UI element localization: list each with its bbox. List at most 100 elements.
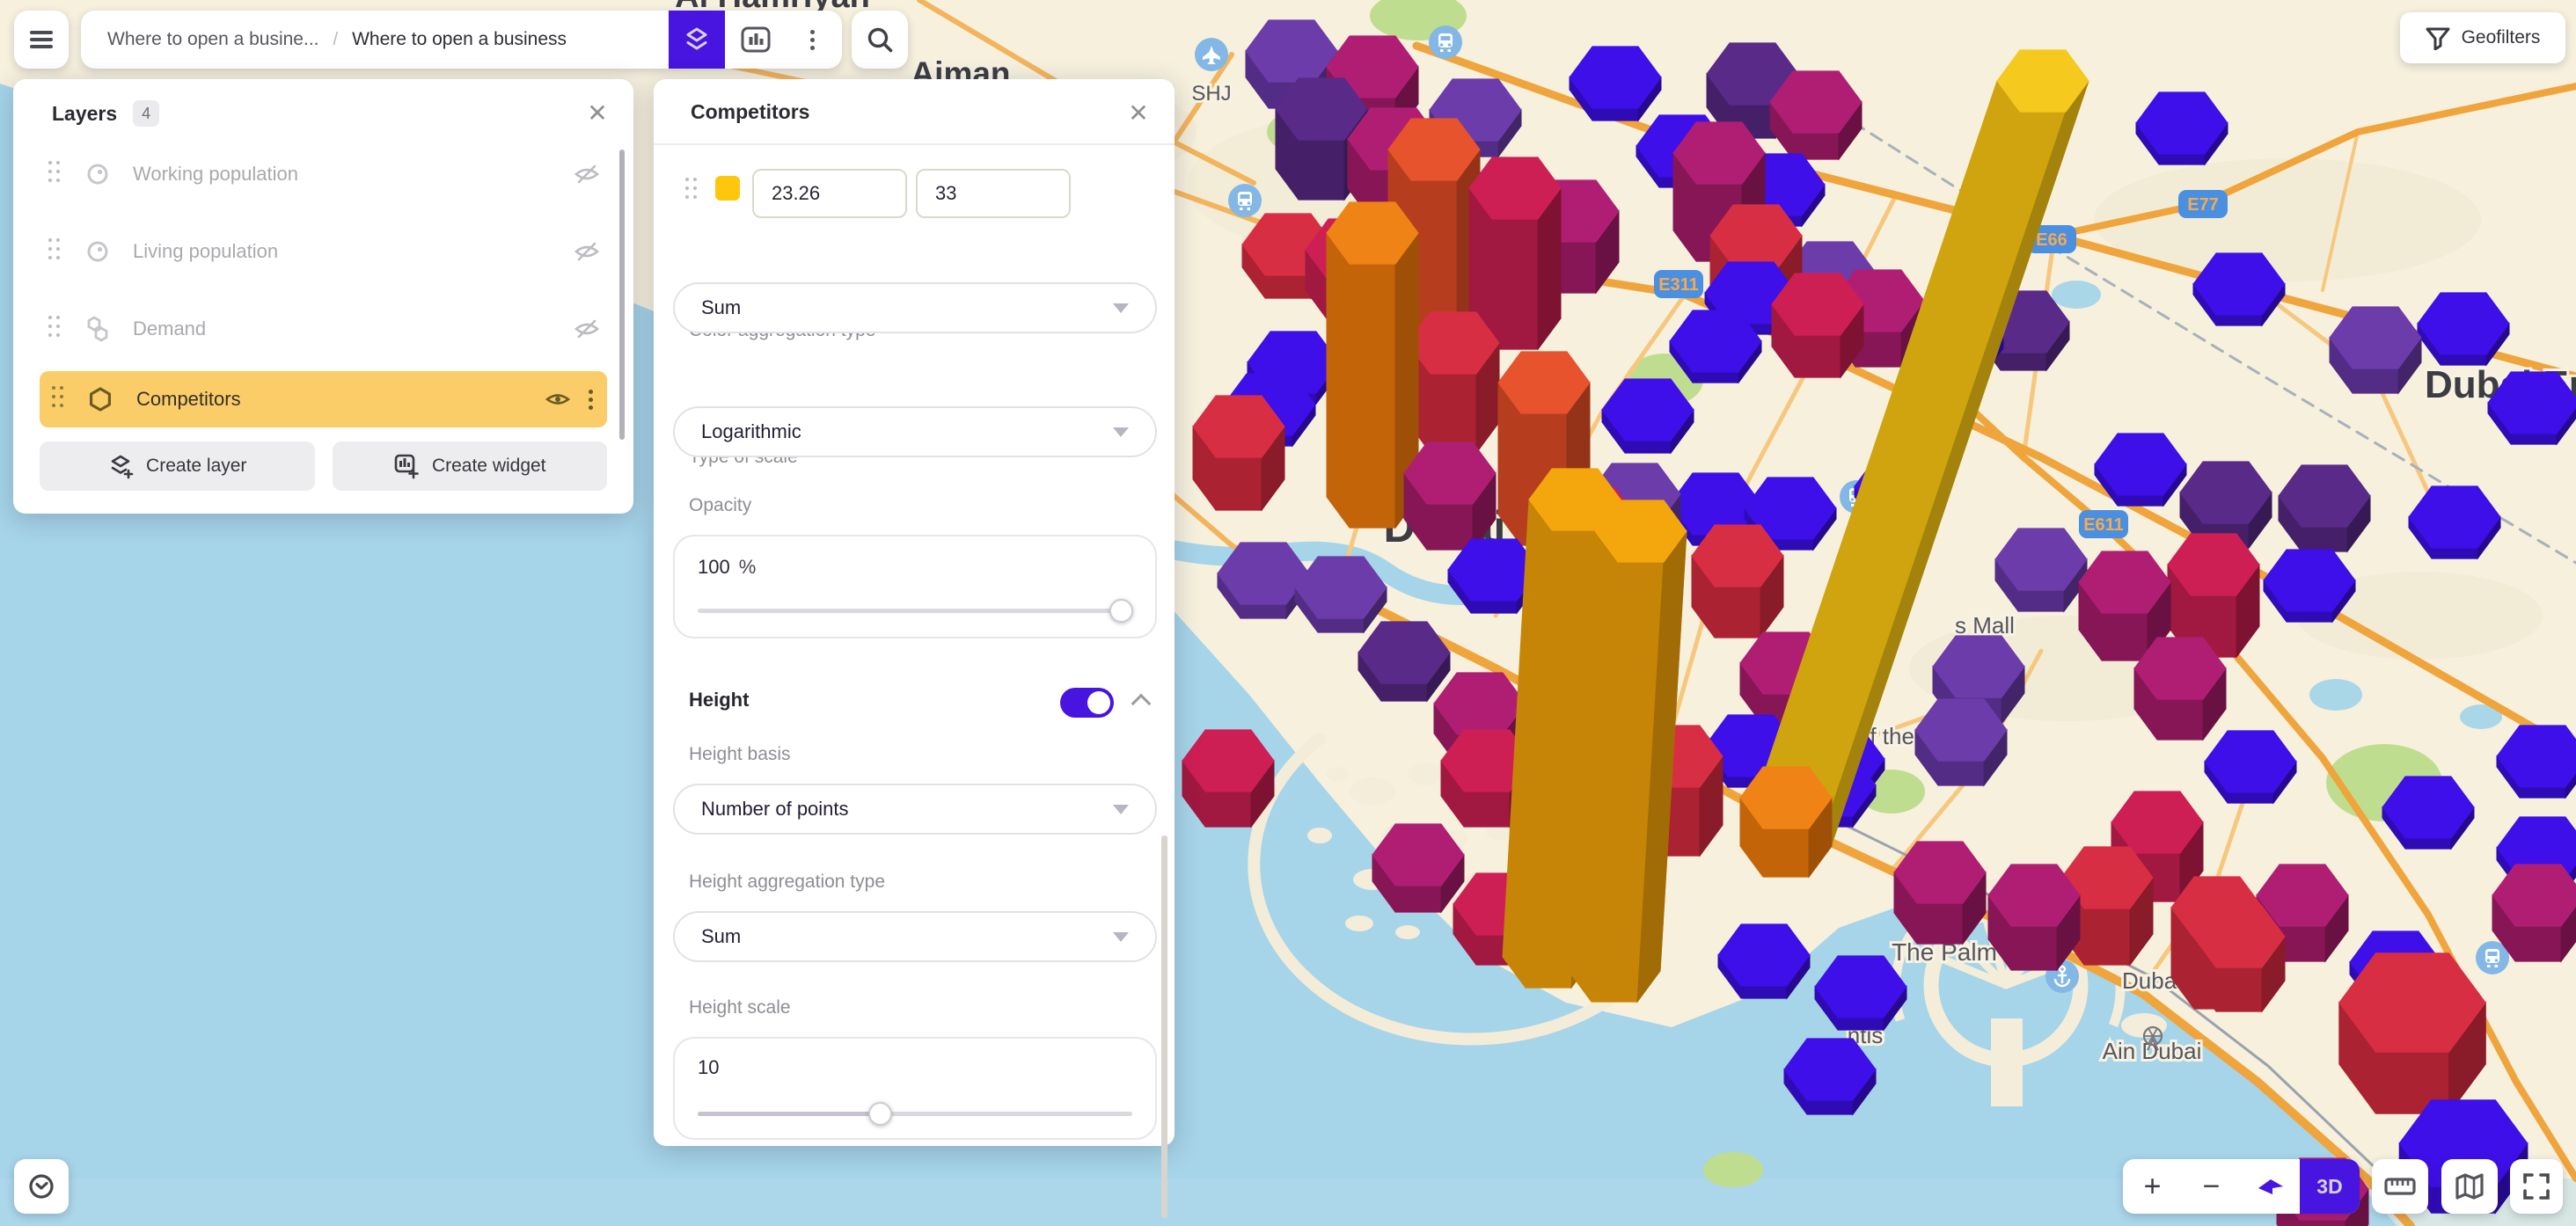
widgets-panel-toggle-button[interactable]	[725, 11, 787, 69]
create-widget-icon	[393, 453, 420, 479]
hexbin[interactable]	[1408, 312, 1499, 453]
height-section-label: Height	[689, 689, 749, 712]
layer-label: Competitors	[136, 388, 545, 411]
main-menu-button[interactable]	[14, 11, 69, 69]
hexbin[interactable]	[1894, 842, 1986, 944]
fullscreen-button[interactable]	[2510, 1159, 2563, 1214]
color-aggregation-value: Sum	[701, 296, 741, 319]
zoom-in-button[interactable]: +	[2123, 1159, 2182, 1214]
map-label: Duba	[2122, 967, 2177, 994]
drag-handle-icon[interactable]	[52, 386, 64, 412]
point-layer-icon	[84, 237, 112, 266]
visibility-on-icon[interactable]	[545, 386, 571, 412]
geofilters-label: Geofilters	[2462, 27, 2541, 48]
breadcrumb[interactable]: Where to open a busine... / Where to ope…	[81, 11, 842, 69]
hexbin[interactable]	[1372, 824, 1464, 912]
visibility-off-icon[interactable]	[574, 238, 600, 265]
map-icon	[2452, 1169, 2487, 1204]
color-aggregation-select[interactable]: Sum	[673, 282, 1157, 333]
layer-row-living-population[interactable]: Living population	[13, 213, 633, 290]
height-basis-select[interactable]: Number of points	[673, 784, 1157, 835]
layers-icon	[681, 24, 713, 55]
drag-handle-icon[interactable]	[48, 238, 61, 265]
hexbin[interactable]	[1404, 442, 1496, 550]
opacity-value: 100%	[698, 556, 756, 579]
opacity-slider[interactable]	[698, 609, 1132, 613]
hexbin[interactable]	[1995, 529, 2087, 611]
hexbin[interactable]	[2279, 465, 2370, 551]
hexbin[interactable]	[1915, 699, 2007, 785]
app-root: Al HamriyahAjmanSHJDubaiDubai Emis MallM…	[0, 0, 2576, 1226]
create-widget-button[interactable]: Create widget	[333, 442, 608, 491]
layer-row-working-population[interactable]: Working population	[13, 135, 633, 213]
svg-text:E77: E77	[2187, 195, 2219, 215]
height-scale-slider-thumb[interactable]	[868, 1102, 892, 1126]
create-layer-label: Create layer	[146, 456, 246, 477]
hexbin[interactable]	[2134, 638, 2226, 740]
chevron-down-icon	[1113, 932, 1129, 942]
height-basis-label: Height basis	[689, 744, 791, 765]
fullscreen-icon	[2520, 1170, 2553, 1203]
opacity-slider-thumb[interactable]	[1109, 599, 1133, 623]
hexbin[interactable]	[1182, 730, 1274, 827]
hexbin[interactable]	[1193, 396, 1284, 510]
drag-handle-icon[interactable]	[48, 161, 61, 187]
height-scale-slider[interactable]	[698, 1112, 1132, 1116]
competitors-scrollbar[interactable]	[1161, 836, 1167, 1218]
zoom-out-button[interactable]: −	[2182, 1159, 2241, 1214]
hexbin[interactable]	[1988, 865, 2080, 970]
widget-chart-icon	[739, 23, 772, 56]
type-of-scale-select[interactable]: Logarithmic	[673, 406, 1157, 457]
layers-scrollbar[interactable]	[619, 150, 625, 440]
layers-panel-toggle-button[interactable]	[669, 11, 725, 69]
more-options-button[interactable]	[790, 11, 834, 69]
layer-options-kebab-icon[interactable]	[589, 386, 593, 413]
point-layer-icon	[84, 160, 112, 188]
height-toggle[interactable]	[1060, 688, 1114, 718]
height-scale-value: 10	[698, 1056, 719, 1079]
visibility-off-icon[interactable]	[574, 316, 600, 342]
type-of-scale-value: Logarithmic	[701, 420, 801, 443]
drag-handle-icon[interactable]	[685, 178, 698, 204]
chevron-up-icon[interactable]	[1131, 694, 1152, 714]
layer-row-demand[interactable]: Demand	[13, 290, 633, 368]
breadcrumb-parent[interactable]: Where to open a busine...	[107, 29, 319, 50]
hexbin[interactable]	[1358, 622, 1450, 701]
time-playback-button[interactable]	[14, 1159, 69, 1214]
bus-poi-icon	[1429, 26, 1462, 59]
drag-handle-icon[interactable]	[48, 316, 61, 342]
search-button[interactable]	[852, 11, 908, 69]
perspective-icon	[2255, 1171, 2287, 1202]
layers-panel-close-button[interactable]: ✕	[584, 100, 611, 127]
competitors-settings-panel: Competitors ✕ 23.26 33 Color aggregation…	[654, 79, 1175, 1146]
hexbin[interactable]	[1740, 767, 1832, 877]
basemap-style-button[interactable]	[2441, 1159, 2498, 1214]
svg-text:E611: E611	[2083, 515, 2124, 535]
hexbin[interactable]	[1692, 525, 1783, 638]
hexbin[interactable]	[2193, 906, 2285, 1011]
hexbin[interactable]	[1772, 274, 1863, 377]
hexbin[interactable]	[2330, 307, 2421, 393]
create-layer-button[interactable]: Create layer	[40, 442, 315, 491]
height-aggregation-label: Height aggregation type	[689, 872, 885, 893]
hex-cluster-layer-icon	[84, 315, 112, 343]
layer-row-competitors-selected[interactable]: Competitors	[40, 371, 607, 427]
hexbin[interactable]	[2492, 865, 2576, 961]
color-swatch[interactable]	[715, 176, 740, 201]
opacity-label: Opacity	[689, 495, 751, 516]
height-aggregation-select[interactable]: Sum	[673, 911, 1157, 962]
create-widget-label: Create widget	[432, 456, 546, 477]
geofilters-button[interactable]: Geofilters	[2400, 12, 2565, 63]
road-shield: E311	[1654, 270, 1703, 298]
hexbin[interactable]	[1770, 71, 1862, 159]
competitors-panel-close-button[interactable]: ✕	[1125, 100, 1152, 127]
range-min-input[interactable]: 23.26	[752, 169, 907, 218]
svg-text:E311: E311	[1658, 275, 1699, 295]
tilt-view-button[interactable]	[2241, 1159, 2300, 1214]
height-scale-control: 10	[673, 1037, 1157, 1140]
hexbin[interactable]	[2339, 953, 2485, 1113]
measure-button[interactable]	[2372, 1159, 2428, 1214]
3d-mode-button[interactable]: 3D	[2300, 1159, 2360, 1214]
range-max-input[interactable]: 33	[916, 169, 1071, 218]
visibility-off-icon[interactable]	[574, 161, 600, 187]
